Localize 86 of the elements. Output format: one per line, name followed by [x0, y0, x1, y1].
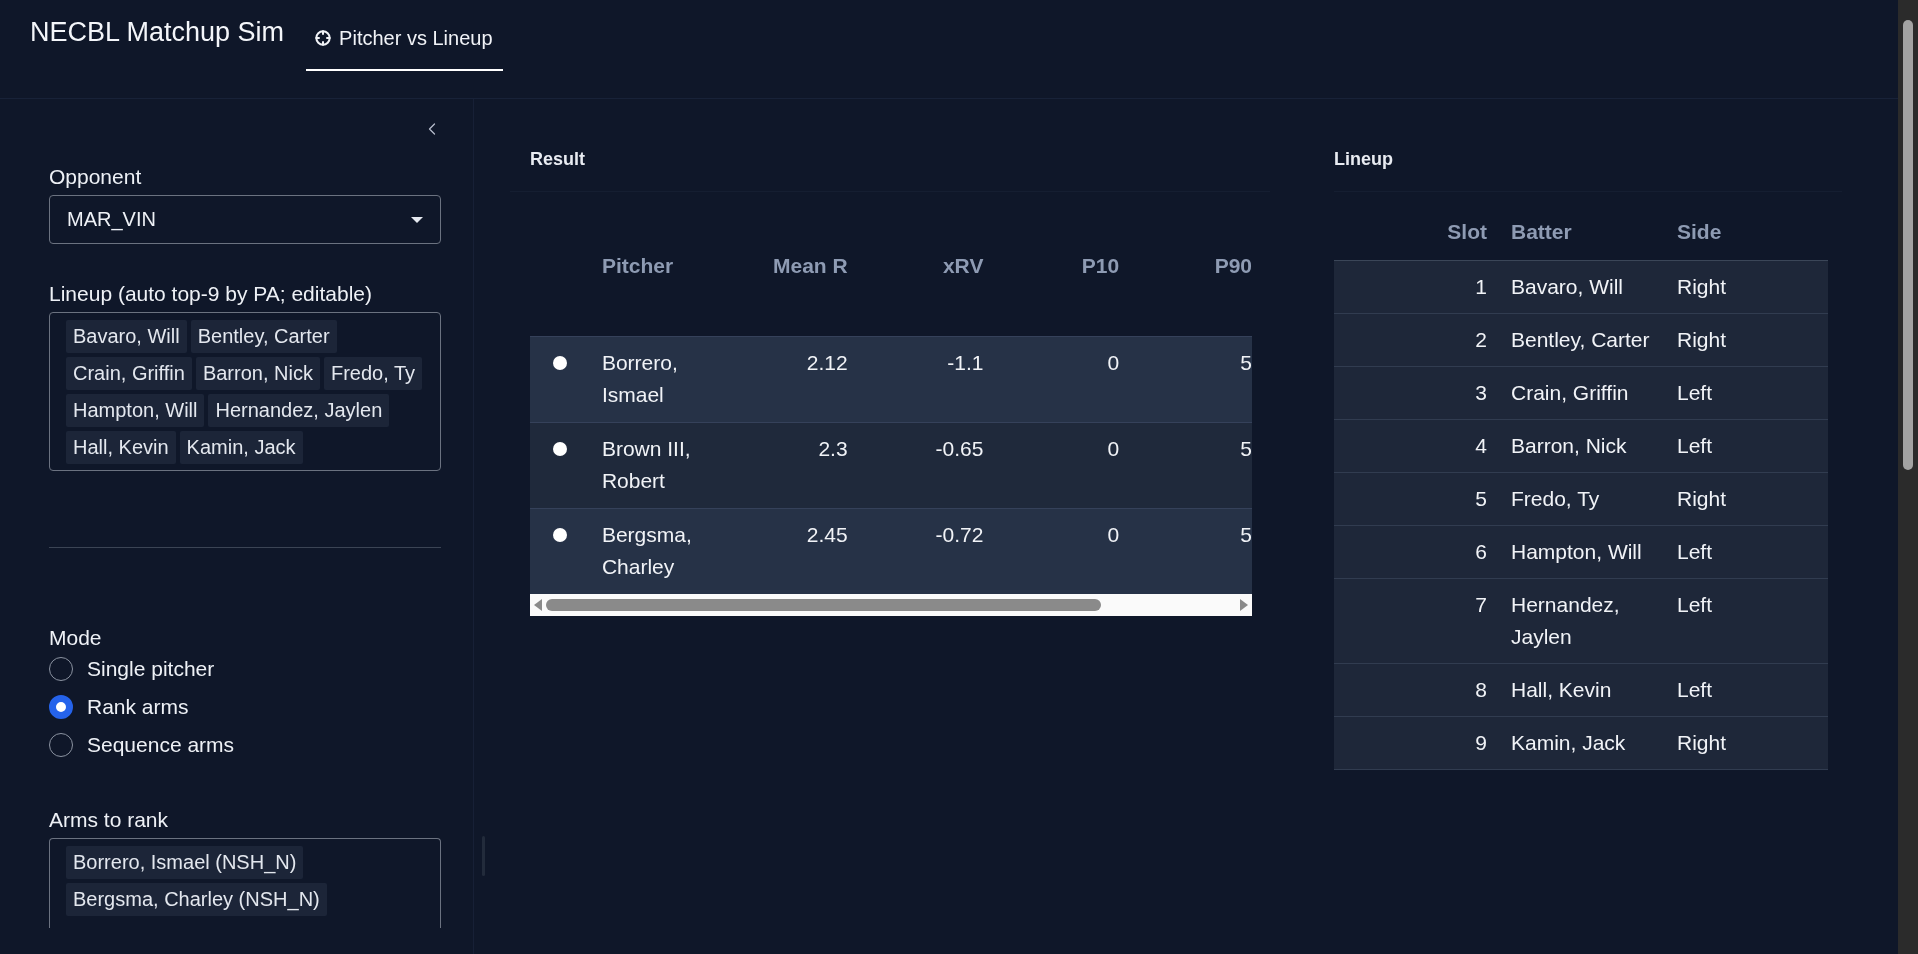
result-row[interactable]: Bergsma, Charley 2.45 -0.72 0 5	[530, 508, 1252, 594]
table-cell: Fredo, Ty	[1487, 472, 1677, 526]
table-cell: Brown III, Robert	[601, 422, 712, 509]
field-label: Lineup (auto top-9 by PA; editable)	[49, 282, 373, 306]
table-cell: Bentley, Carter	[1487, 313, 1677, 367]
table-cell: 5	[1119, 336, 1252, 423]
table-cell: Right	[1677, 260, 1828, 314]
field-label: Opponent	[49, 165, 143, 189]
table-cell: 2	[1334, 313, 1487, 367]
tab[interactable]: Pitcher vs Lineup	[306, 7, 503, 71]
row-radio[interactable]	[553, 356, 567, 370]
table-cell: Borrero, Ismael	[601, 336, 712, 423]
table-cell: Crain, Griffin	[1487, 366, 1677, 420]
table-cell: -0.65	[847, 422, 984, 509]
table-cell: 8	[1334, 663, 1487, 717]
table-cell: Barron, Nick	[1487, 419, 1677, 473]
panel-title: Result	[530, 148, 585, 170]
table-cell: 2.12	[711, 336, 848, 423]
field-label: Mode	[49, 626, 103, 650]
table-cell: 0	[983, 508, 1120, 594]
table-cell: 0	[983, 336, 1120, 423]
column-header: P90	[1119, 254, 1252, 337]
horizontal-scrollbar[interactable]	[530, 594, 1252, 616]
column-header: P10	[983, 254, 1120, 337]
pitcher-tag[interactable]: Bergsma, Charley (NSH_N)	[66, 883, 327, 916]
pitcher-tag[interactable]: Borrero, Ismael (NSH_N)	[66, 846, 304, 879]
table-cell: 6	[1334, 525, 1487, 579]
opponent-select[interactable]: MAR_VIN	[49, 195, 441, 244]
mode-option[interactable]: Single pitcher	[49, 650, 473, 688]
table-cell: Kamin, Jack	[1487, 716, 1677, 770]
batter-tag[interactable]: Bentley, Carter	[190, 320, 337, 353]
table-cell: 9	[1334, 716, 1487, 770]
mode-option[interactable]: Rank arms	[49, 688, 473, 726]
table-cell: Left	[1677, 525, 1828, 579]
table-cell: Left	[1677, 663, 1828, 717]
table-cell: 5	[1334, 472, 1487, 526]
column-header: Side	[1677, 220, 1828, 261]
table-cell: Left	[1677, 578, 1828, 664]
batter-tag[interactable]: Kamin, Jack	[179, 431, 303, 464]
table-cell: Hall, Kevin	[1487, 663, 1677, 717]
batter-tag[interactable]: Bavaro, Will	[66, 320, 187, 353]
batter-tag[interactable]: Crain, Griffin	[66, 357, 192, 390]
table-cell: 0	[983, 422, 1120, 509]
table-cell: 7	[1334, 578, 1487, 664]
batter-tag[interactable]: Fredo, Ty	[323, 357, 423, 390]
table-cell: 1	[1334, 260, 1487, 314]
lineup-multiselect[interactable]: Bavaro, Will Bentley, Carter Crain, Griffin Barron, Nick Fredo, Ty Hampton, Will Hernandez, Jaylen Hall, Kevin Kamin, Jack	[49, 312, 441, 471]
table-cell: 5	[1119, 508, 1252, 594]
app-title: NECBL Matchup Sim	[30, 17, 285, 48]
column-header: Slot	[1334, 220, 1487, 261]
result-row[interactable]: Brown III, Robert 2.3 -0.65 0 5	[530, 422, 1252, 509]
table-cell: 3	[1334, 366, 1487, 420]
field-label: Arms to rank	[49, 808, 170, 832]
row-radio[interactable]	[553, 528, 567, 542]
column-header: Batter	[1487, 220, 1677, 261]
column-header: Pitcher	[601, 254, 712, 337]
table-cell: 5	[1119, 422, 1252, 509]
table-cell: Left	[1677, 419, 1828, 473]
crosshair-icon	[315, 30, 332, 46]
batter-tag[interactable]: Hernandez, Jaylen	[208, 394, 390, 427]
table-cell: Right	[1677, 716, 1828, 770]
table-cell: Left	[1677, 366, 1828, 420]
table-cell: 4	[1334, 419, 1487, 473]
arms-multiselect[interactable]: Borrero, Ismael (NSH_N) Bergsma, Charley (NSH_N)	[49, 838, 441, 928]
batter-tag[interactable]: Hampton, Will	[66, 394, 205, 427]
column-header: Mean R	[711, 254, 848, 337]
table-cell: 2.45	[711, 508, 848, 594]
table-cell: 2.3	[711, 422, 848, 509]
batter-tag[interactable]: Barron, Nick	[195, 357, 320, 390]
table-cell: -0.72	[847, 508, 984, 594]
row-radio[interactable]	[553, 442, 567, 456]
caret-icon	[411, 216, 423, 223]
column-header: xRV	[847, 254, 984, 337]
table-cell: Hampton, Will	[1487, 525, 1677, 579]
table-cell: Bergsma, Charley	[601, 508, 712, 594]
table-cell: Bavaro, Will	[1487, 260, 1677, 314]
table-cell: Right	[1677, 313, 1828, 367]
result-row[interactable]: Borrero, Ismael 2.12 -1.1 0 5	[530, 336, 1252, 423]
mode-option[interactable]: Sequence arms	[49, 726, 473, 764]
table-cell: -1.1	[847, 336, 984, 423]
page-scrollbar[interactable]	[1898, 0, 1918, 954]
table-cell: Hernandez, Jaylen	[1487, 578, 1677, 664]
batter-tag[interactable]: Hall, Kevin	[66, 431, 176, 464]
table-cell: Right	[1677, 472, 1828, 526]
radio-button[interactable]	[49, 695, 73, 719]
panel-title: Lineup	[1334, 148, 1393, 170]
